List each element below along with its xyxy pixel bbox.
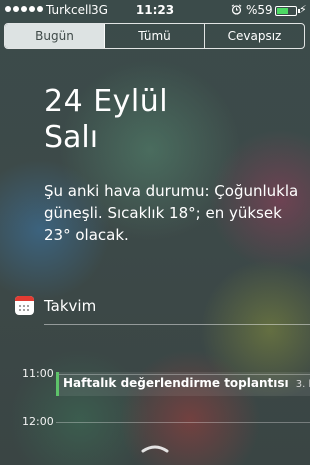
hour-line bbox=[56, 422, 310, 423]
hour-label: 11:00 bbox=[22, 367, 54, 380]
hour-label: 12:00 bbox=[22, 415, 54, 428]
battery-percentage: %59 bbox=[246, 3, 273, 17]
today-weekday: Salı bbox=[44, 120, 99, 155]
tab-segmented-control: Bugün Tümü Cevapsız bbox=[4, 23, 305, 49]
bolt-icon: ⚡ bbox=[299, 3, 307, 16]
alarm-clock-icon bbox=[231, 4, 242, 15]
today-date: 24 Eylül bbox=[44, 84, 169, 119]
weather-summary: Şu anki hava durumu: Çoğunlukla güneşli.… bbox=[44, 182, 299, 244]
status-bar: Turkcell 3G 11:23 %59 ⚡ bbox=[0, 0, 310, 20]
event-title: Haftalık değerlendirme toplantısı bbox=[63, 376, 289, 390]
notification-center: Turkcell 3G 11:23 %59 ⚡ Bugün Tümü Cevap… bbox=[0, 0, 310, 465]
tab-all[interactable]: Tümü bbox=[105, 24, 205, 48]
calendar-event[interactable]: Haftalık değerlendirme toplantısı 3. kat… bbox=[56, 372, 310, 396]
battery-icon bbox=[275, 6, 300, 16]
battery-level-fill bbox=[277, 8, 288, 14]
divider bbox=[44, 324, 310, 325]
calendar-icon bbox=[15, 296, 34, 315]
calendar-title: Takvim bbox=[44, 297, 97, 315]
tab-today[interactable]: Bugün bbox=[5, 24, 105, 48]
tab-missed[interactable]: Cevapsız bbox=[205, 24, 304, 48]
close-grabber-icon[interactable] bbox=[141, 443, 169, 453]
event-location: 3. kat t bbox=[295, 379, 310, 390]
